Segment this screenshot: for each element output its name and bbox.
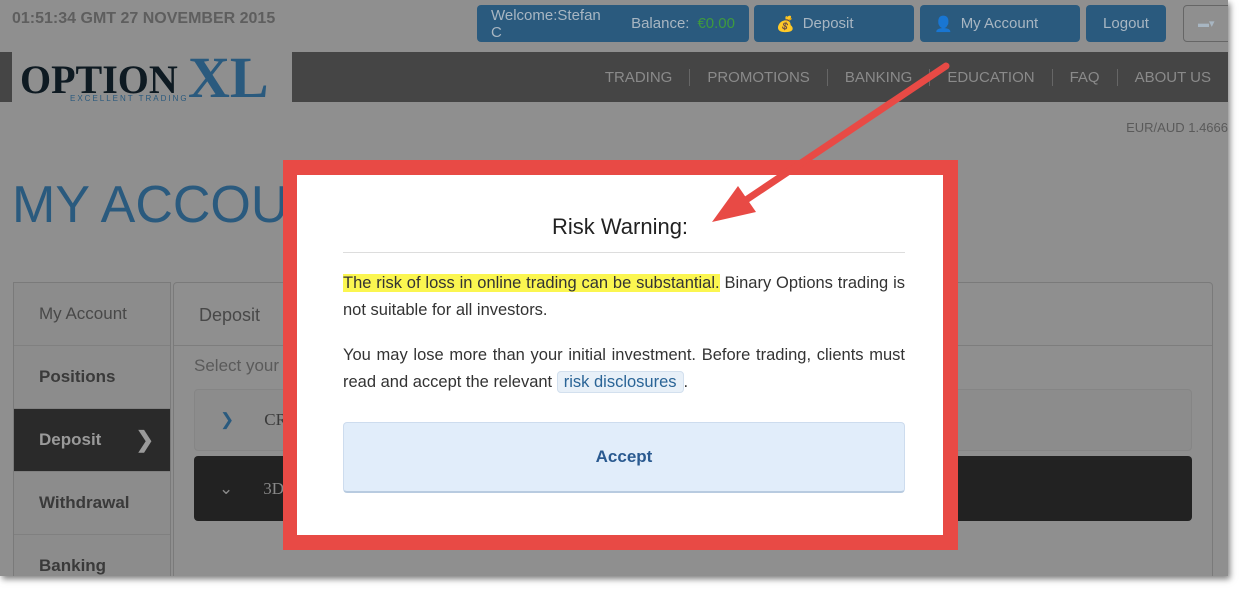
annotation-arrow-icon (712, 62, 950, 222)
